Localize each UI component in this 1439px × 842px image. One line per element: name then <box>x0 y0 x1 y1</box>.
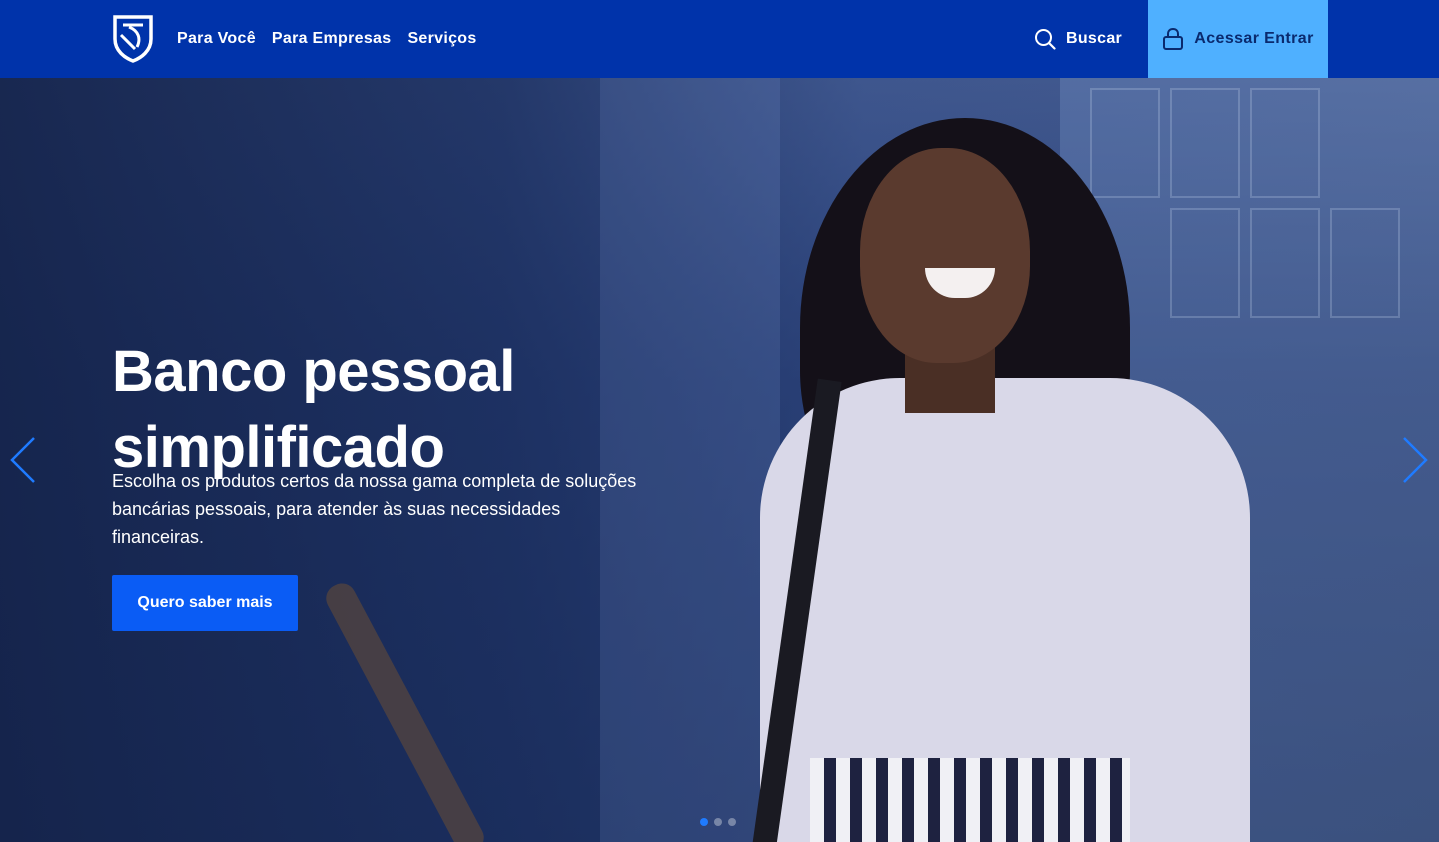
carousel-dot-1[interactable] <box>700 818 708 826</box>
carousel-dot-3[interactable] <box>728 818 736 826</box>
window <box>1090 88 1160 198</box>
learn-more-button[interactable]: Quero saber mais <box>112 575 298 631</box>
login-label: Acessar Entrar <box>1194 30 1314 47</box>
nav-item-para-voce[interactable]: Para Você <box>177 30 256 48</box>
search-icon <box>1035 29 1056 50</box>
stair-railing <box>321 578 489 842</box>
window <box>1170 88 1240 198</box>
search-button[interactable]: Buscar <box>1034 0 1122 78</box>
window <box>1170 208 1240 318</box>
carousel-dot-2[interactable] <box>714 818 722 826</box>
carousel-dots <box>700 818 736 826</box>
hero-photo-striped-pants <box>810 758 1130 842</box>
hero-title: Banco pessoal simplificado <box>112 334 712 486</box>
lock-icon <box>1163 27 1184 50</box>
shield-logo-icon[interactable] <box>111 13 155 63</box>
main-nav: Para Você Para Empresas Serviços <box>177 0 493 78</box>
hero-title-line-1: Banco pessoal <box>112 338 515 404</box>
chevron-right-icon[interactable] <box>1400 436 1430 484</box>
top-navigation-bar: Para Você Para Empresas Serviços Buscar … <box>0 0 1439 78</box>
window <box>1330 208 1400 318</box>
hero-photo-face <box>860 148 1030 363</box>
window <box>1250 88 1320 198</box>
login-button[interactable]: Acessar Entrar <box>1148 0 1328 78</box>
window <box>1250 208 1320 318</box>
chevron-left-icon[interactable] <box>8 436 38 484</box>
nav-item-servicos[interactable]: Serviços <box>407 30 476 48</box>
search-label: Buscar <box>1066 30 1123 47</box>
hero-subtitle: Escolha os produtos certos da nossa gama… <box>112 471 637 547</box>
nav-item-para-empresas[interactable]: Para Empresas <box>272 30 392 48</box>
